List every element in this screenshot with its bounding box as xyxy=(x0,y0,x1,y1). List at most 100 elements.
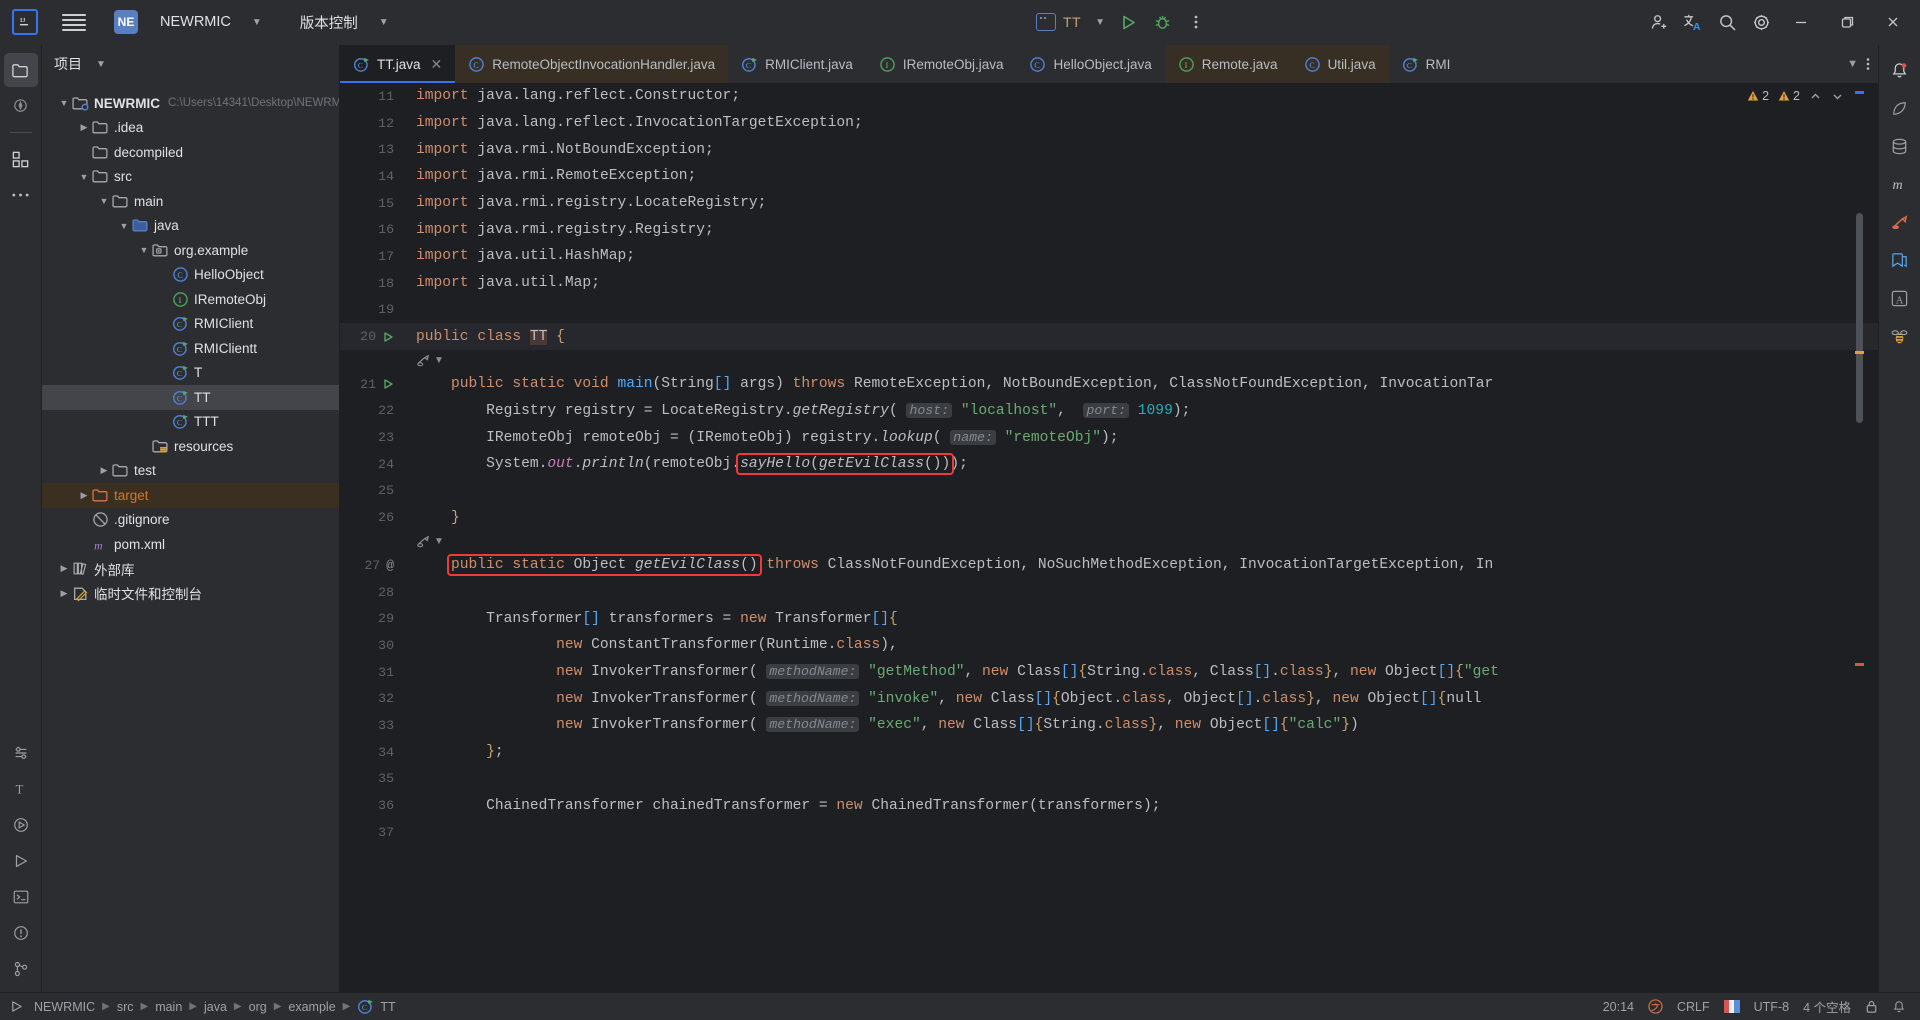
settings-sync-icon[interactable] xyxy=(4,736,38,770)
inspection-widget[interactable]: 2 2 xyxy=(1747,89,1844,103)
editor-tab-bar[interactable]: C TT.java ✕ C RemoteObjectInvocationHandler.… xyxy=(340,45,1878,83)
code-line-19[interactable]: 19 xyxy=(340,297,1878,324)
tree-node-target[interactable]: ▶ target xyxy=(42,483,339,508)
encoding-label[interactable]: UTF-8 xyxy=(1754,1000,1789,1014)
sidebar-item-team[interactable] xyxy=(4,89,38,123)
code-line-11[interactable]: 11 import java.lang.reflect.Constructor; xyxy=(340,83,1878,110)
warning-count-badge[interactable]: 2 xyxy=(1778,89,1800,103)
database-icon[interactable] xyxy=(1883,129,1917,163)
ime-icon[interactable] xyxy=(1648,999,1663,1014)
breadcrumb[interactable]: NEWRMIC ▶ src ▶ main ▶ java ▶ org ▶ example ▶ C TT xyxy=(29,998,401,1015)
line-number-gutter[interactable]: 18 xyxy=(340,276,402,291)
chevron-right-icon[interactable]: ▶ xyxy=(76,122,92,133)
editor-tab-tt-java[interactable]: C TT.java ✕ xyxy=(340,45,456,83)
more-dots-icon[interactable] xyxy=(4,178,38,212)
run-button[interactable] xyxy=(1111,5,1145,39)
line-number-gutter[interactable]: 30 xyxy=(340,638,402,653)
version-control-icon[interactable] xyxy=(4,952,38,986)
code-vision-icon[interactable]: ▼ xyxy=(416,354,444,367)
line-number-gutter[interactable]: 33 xyxy=(340,718,402,733)
code-line-27[interactable]: 27 @ public static Object getEvilClass() … xyxy=(340,552,1878,579)
line-number-gutter[interactable]: 21 xyxy=(340,377,402,392)
line-number-gutter[interactable]: 13 xyxy=(340,142,402,157)
gutter-run-icon[interactable] xyxy=(382,331,394,343)
line-number-gutter[interactable]: 11 xyxy=(340,89,402,104)
chevron-right-icon[interactable]: ▶ xyxy=(56,563,72,574)
run-arrow-icon[interactable] xyxy=(4,844,38,878)
chevron-right-icon[interactable]: ▶ xyxy=(56,588,72,599)
line-separator-label[interactable]: CRLF xyxy=(1677,1000,1710,1014)
code-line-17[interactable]: 17 import java.util.HashMap; xyxy=(340,243,1878,270)
line-number-gutter[interactable]: 34 xyxy=(340,745,402,760)
minimize-icon[interactable] xyxy=(1778,0,1824,45)
chevron-down-icon[interactable]: ▼ xyxy=(116,221,132,231)
main-menu-icon[interactable] xyxy=(62,12,86,32)
code-line-22[interactable]: 22 Registry registry = LocateRegistry.ge… xyxy=(340,398,1878,425)
tree-node-java[interactable]: ▼ java xyxy=(42,214,339,239)
code-line-26[interactable]: 26 } xyxy=(340,504,1878,531)
line-number-gutter[interactable]: 37 xyxy=(340,825,402,840)
add-user-icon[interactable] xyxy=(1642,5,1676,39)
project-tree[interactable]: ▼ NEWRMIC C:\Users\14341\Desktop\NEWRM ▶ .id… xyxy=(42,83,339,992)
breadcrumb-item-src[interactable]: src xyxy=(112,1000,139,1014)
chevron-down-icon[interactable]: ▼ xyxy=(1843,58,1862,70)
sciview-icon[interactable] xyxy=(1883,205,1917,239)
terminal-icon[interactable] xyxy=(4,880,38,914)
chevron-right-icon[interactable]: ▶ xyxy=(96,465,112,476)
code-line-14[interactable]: 14 import java.rmi.RemoteException; xyxy=(340,163,1878,190)
more-vertical-icon[interactable] xyxy=(1866,57,1870,71)
vcs-menu-label[interactable]: 版本控制 xyxy=(300,12,358,33)
breadcrumb-item-example[interactable]: example xyxy=(283,1000,340,1014)
editor-tab-remoteobjectinvocationhandler-java[interactable]: C RemoteObjectInvocationHandler.java xyxy=(455,45,729,83)
code-line-36[interactable]: 36 ChainedTransformer chainedTransformer… xyxy=(340,792,1878,819)
tree-node-org-example[interactable]: ▼ org.example xyxy=(42,238,339,263)
line-number-gutter[interactable]: 23 xyxy=(340,430,402,445)
line-number-gutter[interactable]: 20 xyxy=(340,329,402,344)
notification-bell-icon[interactable] xyxy=(1892,1000,1906,1014)
code-line-24[interactable]: 24 System.out.println(remoteObj.sayHello… xyxy=(340,451,1878,478)
line-number-gutter[interactable]: 31 xyxy=(340,665,402,680)
editor-tab-util-java[interactable]: C Util.java xyxy=(1290,45,1389,83)
tree-node-src[interactable]: ▼ src xyxy=(42,165,339,190)
line-number-gutter[interactable]: 12 xyxy=(340,116,402,131)
tree-node-main[interactable]: ▼ main xyxy=(42,189,339,214)
code-line-20[interactable]: 20 public class TT { xyxy=(340,323,1878,350)
line-number-gutter[interactable]: 32 xyxy=(340,691,402,706)
code-line-12[interactable]: 12 import java.lang.reflect.InvocationTar… xyxy=(340,110,1878,137)
run-panel-icon[interactable] xyxy=(4,808,38,842)
code-vision-icon[interactable]: ▼ xyxy=(416,535,444,548)
tree-node-resources[interactable]: resources xyxy=(42,434,339,459)
code-line-34[interactable]: 34 }; xyxy=(340,739,1878,766)
editor-area[interactable]: 11 import java.lang.reflect.Constructor; 1… xyxy=(340,83,1878,992)
code-line-25[interactable]: 25 xyxy=(340,478,1878,505)
tree-node-decompiled[interactable]: decompiled xyxy=(42,140,339,165)
breadcrumb-item-main[interactable]: main xyxy=(150,1000,187,1014)
project-panel-chevron-down-icon[interactable]: ▼ xyxy=(96,59,106,70)
tree-node-helloobject[interactable]: C HelloObject xyxy=(42,263,339,288)
scrollbar-thumb[interactable] xyxy=(1856,213,1863,423)
editor-tab-helloobject-java[interactable]: C HelloObject.java xyxy=(1016,45,1164,83)
editor-tab-close-icon[interactable]: ✕ xyxy=(431,56,443,73)
tree-node-test[interactable]: ▶ test xyxy=(42,459,339,484)
error-count-badge[interactable]: 2 xyxy=(1747,89,1769,103)
code-line-35[interactable]: 35 xyxy=(340,766,1878,793)
tree-node-rmiclientt[interactable]: C RMIClientt xyxy=(42,336,339,361)
line-number-gutter[interactable]: 19 xyxy=(340,302,402,317)
line-number-gutter[interactable]: 27 @ xyxy=(340,558,402,573)
line-number-gutter[interactable]: 16 xyxy=(340,222,402,237)
tree-node-ttt[interactable]: C TTT xyxy=(42,410,339,435)
tree-node--gitignore[interactable]: .gitignore xyxy=(42,508,339,533)
editor-tab-remote-java[interactable]: I Remote.java xyxy=(1164,45,1291,83)
code-line-33[interactable]: 33 new InvokerTransformer( methodName: "… xyxy=(340,712,1878,739)
code-line-32[interactable]: 32 new InvokerTransformer( methodName: "… xyxy=(340,685,1878,712)
code-text-area[interactable]: 11 import java.lang.reflect.Constructor; 1… xyxy=(340,83,1878,992)
ai-assistant-icon[interactable] xyxy=(1883,91,1917,125)
code-line-29[interactable]: 29 Transformer[] transformers = new Tran… xyxy=(340,605,1878,632)
line-number-gutter[interactable]: 24 xyxy=(340,457,402,472)
chevron-down-icon[interactable]: ▼ xyxy=(56,98,72,108)
code-line-23[interactable]: 23 IRemoteObj remoteObj = (IRemoteObj) r… xyxy=(340,424,1878,451)
line-number-gutter[interactable]: 28 xyxy=(340,585,402,600)
line-number-gutter[interactable]: 15 xyxy=(340,196,402,211)
line-number-gutter[interactable]: 36 xyxy=(340,798,402,813)
translate-icon[interactable]: A xyxy=(1676,5,1710,39)
